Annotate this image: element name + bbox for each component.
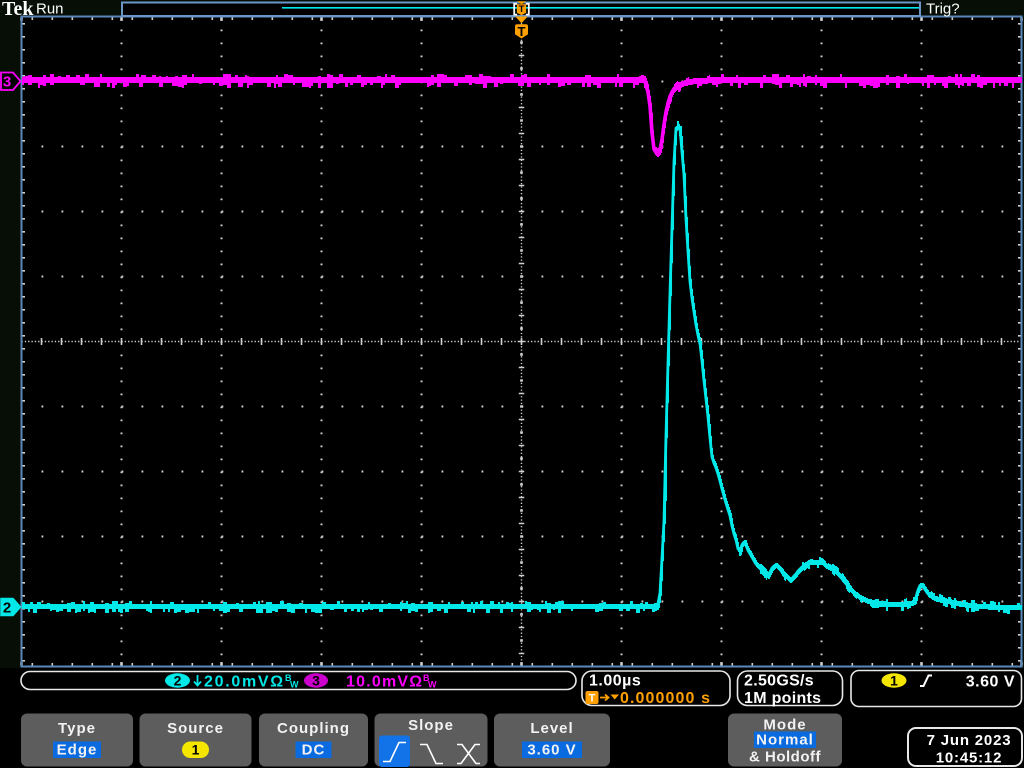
svg-text:Normal: Normal xyxy=(756,732,814,749)
svg-text:Level: Level xyxy=(530,720,573,737)
svg-text:2: 2 xyxy=(3,600,11,617)
svg-text:W: W xyxy=(290,680,299,690)
svg-text:Run: Run xyxy=(36,1,64,18)
svg-text:T: T xyxy=(519,4,525,15)
svg-text:1M points: 1M points xyxy=(744,690,821,707)
svg-text:Type: Type xyxy=(58,720,96,737)
svg-text:& Holdoff: & Holdoff xyxy=(749,749,821,766)
svg-text:Edge: Edge xyxy=(57,742,98,759)
svg-text:10:45:12: 10:45:12 xyxy=(936,750,1002,767)
svg-text:W: W xyxy=(428,680,437,690)
svg-text:2.50GS/s: 2.50GS/s xyxy=(744,673,814,690)
svg-text:T: T xyxy=(589,693,596,705)
svg-text:3: 3 xyxy=(312,673,320,689)
svg-text:Coupling: Coupling xyxy=(277,720,350,737)
svg-text:T: T xyxy=(518,24,526,39)
svg-text:1: 1 xyxy=(890,673,898,689)
svg-text:Trig?: Trig? xyxy=(926,1,960,18)
svg-text:2: 2 xyxy=(174,673,182,689)
svg-text:10.0mVΩ: 10.0mVΩ xyxy=(346,674,423,691)
svg-text:3: 3 xyxy=(3,74,11,91)
svg-text:1.00µs: 1.00µs xyxy=(589,673,641,690)
svg-text:0.000000 s: 0.000000 s xyxy=(620,690,711,707)
svg-text:Source: Source xyxy=(167,720,224,737)
svg-text:7 Jun 2023: 7 Jun 2023 xyxy=(927,732,1012,749)
svg-text:3.60 V: 3.60 V xyxy=(966,674,1015,691)
svg-text:Slope: Slope xyxy=(408,717,454,734)
svg-text:20.0mVΩ: 20.0mVΩ xyxy=(204,674,285,691)
svg-text:DC: DC xyxy=(302,742,326,759)
svg-text:Tek: Tek xyxy=(2,0,34,20)
svg-text:3.60 V: 3.60 V xyxy=(527,742,576,759)
svg-text:1: 1 xyxy=(192,742,200,758)
